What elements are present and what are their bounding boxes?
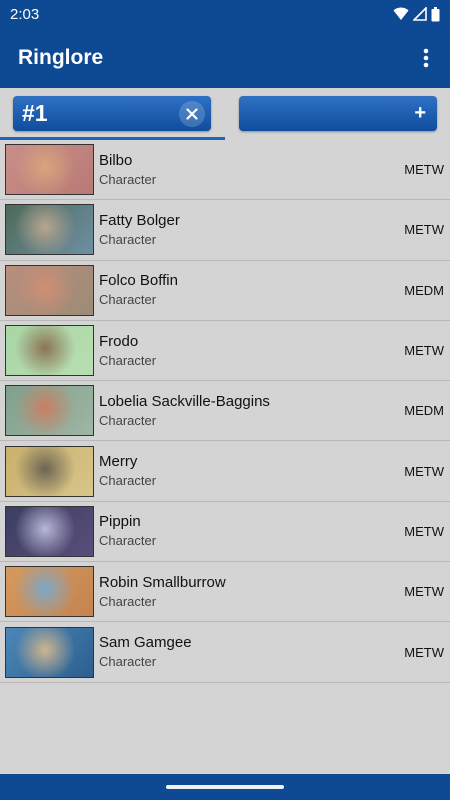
card-name: Bilbo <box>99 151 133 169</box>
home-handle[interactable] <box>166 785 284 789</box>
list-item[interactable]: Lobelia Sackville-Baggins Character MEDM <box>0 381 450 442</box>
list-item-text: Robin Smallburrow Character <box>99 573 404 611</box>
list-item-text: Frodo Character <box>99 332 404 370</box>
status-time: 2:03 <box>10 5 40 23</box>
list-item[interactable]: Robin Smallburrow Character METW <box>0 562 450 623</box>
list-item[interactable]: Sam Gamgee Character METW <box>0 622 450 683</box>
card-type: Character <box>99 593 157 609</box>
set-code: METW <box>404 463 444 479</box>
list-item-text: Fatty Bolger Character <box>99 211 404 249</box>
card-name: Robin Smallburrow <box>99 573 226 591</box>
list-item-text: Lobelia Sackville-Baggins Character <box>99 392 404 430</box>
card-name: Fatty Bolger <box>99 211 180 229</box>
tab-active[interactable]: #1 <box>13 96 211 131</box>
set-code: MEDM <box>404 403 444 419</box>
card-type: Character <box>99 231 157 247</box>
list-item[interactable]: Merry Character METW <box>0 441 450 502</box>
set-code: METW <box>404 523 444 539</box>
app-bar: Ringlore <box>0 28 450 88</box>
list-item[interactable]: Folco Boffin Character MEDM <box>0 261 450 321</box>
card-thumbnail <box>5 144 94 196</box>
card-type: Character <box>99 654 157 670</box>
card-list: Bilbo Character METW Fatty Bolger Character M… <box>0 140 450 683</box>
set-code: MEDM <box>404 282 444 298</box>
add-tab-button[interactable]: + <box>239 96 437 131</box>
signal-icon <box>413 7 427 21</box>
app-title: Ringlore <box>18 46 104 69</box>
list-item[interactable]: Pippin Character METW <box>0 502 450 563</box>
card-thumbnail <box>5 566 94 618</box>
list-item-text: Bilbo Character <box>99 151 404 189</box>
wifi-icon <box>393 7 409 20</box>
more-vert-icon[interactable] <box>414 46 438 70</box>
card-type: Character <box>99 292 157 308</box>
set-code: METW <box>404 343 444 359</box>
list-item-text: Merry Character <box>99 452 404 490</box>
list-item[interactable]: Frodo Character METW <box>0 321 450 382</box>
card-type: Character <box>99 533 157 549</box>
list-item-text: Pippin Character <box>99 512 404 550</box>
card-thumbnail <box>5 264 94 316</box>
set-code: METW <box>404 584 444 600</box>
list-item-text: Sam Gamgee Character <box>99 633 404 671</box>
status-bar: 2:03 <box>0 0 450 28</box>
list-item[interactable]: Fatty Bolger Character METW <box>0 200 450 261</box>
tab-label: #1 <box>22 100 48 126</box>
tab-strip: #1 + <box>0 88 450 140</box>
card-thumbnail <box>5 204 94 256</box>
card-name: Merry <box>99 453 138 471</box>
card-thumbnail <box>5 626 94 678</box>
card-thumbnail <box>5 505 94 557</box>
battery-icon <box>431 6 440 21</box>
card-thumbnail <box>5 445 94 497</box>
card-type: Character <box>99 171 157 187</box>
card-type: Character <box>99 352 157 368</box>
close-icon[interactable] <box>179 100 205 127</box>
card-thumbnail <box>5 385 94 437</box>
card-name: Frodo <box>99 332 139 350</box>
list-item[interactable]: Bilbo Character METW <box>0 140 450 201</box>
list-item-text: Folco Boffin Character <box>99 271 404 309</box>
card-name: Lobelia Sackville-Baggins <box>99 392 270 410</box>
set-code: METW <box>404 644 444 660</box>
card-name: Sam Gamgee <box>99 634 192 652</box>
card-type: Character <box>99 412 157 428</box>
set-code: METW <box>404 162 444 178</box>
navigation-bar <box>0 774 450 800</box>
card-name: Folco Boffin <box>99 272 178 290</box>
card-name: Pippin <box>99 513 141 531</box>
card-thumbnail <box>5 325 94 377</box>
card-type: Character <box>99 473 157 489</box>
set-code: METW <box>404 222 444 238</box>
status-icons <box>393 6 440 22</box>
